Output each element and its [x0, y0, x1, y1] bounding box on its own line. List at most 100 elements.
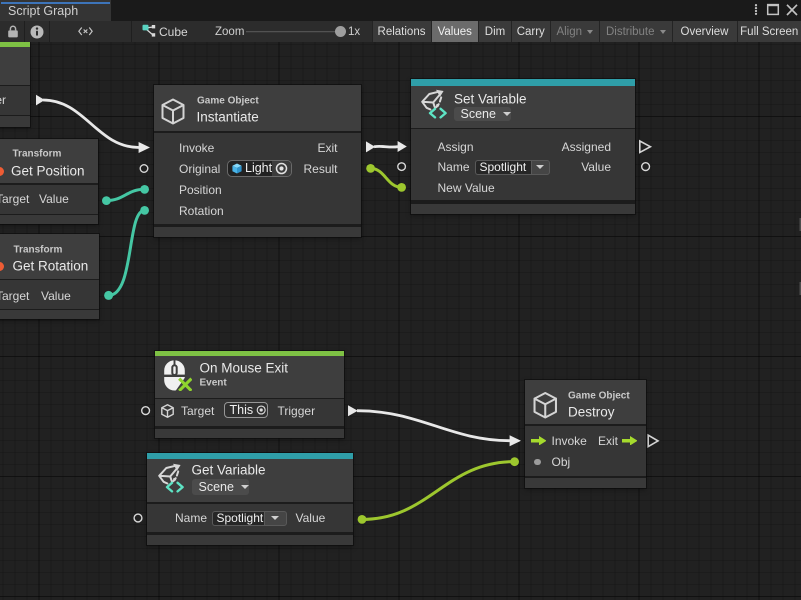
port-label-trigger: Trigger [278, 404, 316, 418]
kebab-menu-icon[interactable] [751, 0, 761, 21]
dropdown-arrow-icon [271, 516, 279, 520]
toolbar-button-align[interactable]: Align [550, 21, 600, 42]
port-getposition-value[interactable] [102, 196, 111, 205]
node-instantiate[interactable]: Game Object Instantiate Invoke Exit Orig… [154, 85, 362, 237]
distribute-dropdown-arrow [660, 30, 666, 34]
toolbar-button-fullscreen[interactable]: Full Screen [737, 21, 801, 42]
port-setvariable-name[interactable] [398, 163, 406, 171]
info-icon[interactable] [30, 25, 44, 39]
port-setvariable-assigned[interactable] [640, 141, 651, 152]
toolbar-button-overview[interactable]: Overview [672, 21, 737, 42]
node-get-rotation[interactable]: Transform Get Rotation Target Value [0, 234, 99, 319]
node-body: Invoke Exit Original Light [154, 133, 362, 225]
wire-getposition-to-position[interactable] [102, 185, 149, 205]
port-label-rotation: Rotation [179, 204, 224, 218]
node-footer [0, 215, 98, 224]
port-label-target: Target [0, 192, 29, 206]
transform-icon [0, 262, 4, 271]
port-instantiate-position[interactable] [140, 185, 149, 194]
port-label-assigned: Assigned [562, 140, 611, 154]
port-setvariable-value[interactable] [642, 163, 650, 171]
node-destroy[interactable]: Game Object Destroy Invoke Exit Obj [525, 380, 646, 488]
game-object-blue-icon [232, 163, 242, 174]
tab-title: Script Graph [8, 4, 78, 18]
port-destroy-invoke[interactable] [510, 435, 521, 446]
close-icon[interactable] [785, 0, 799, 21]
toolbar-button-dim[interactable]: Dim [478, 21, 511, 42]
code-preview-icon[interactable] [78, 26, 93, 37]
variable-name-value[interactable]: Spotlight [475, 160, 531, 175]
port-destroy-exit[interactable] [648, 435, 658, 446]
object-field-original[interactable]: Light [227, 160, 292, 178]
variable-name-dropdown-button[interactable] [264, 511, 287, 526]
graph-breadcrumb[interactable]: Cube [159, 25, 188, 39]
lock-icon[interactable] [7, 25, 19, 38]
port-label-obj: Obj [552, 455, 571, 469]
node-header: Set Variable Scene [411, 86, 636, 128]
port-label-value: Value [41, 289, 71, 303]
toolbar-button-distribute[interactable]: Distribute [599, 21, 672, 42]
zoom-value: 1x [348, 26, 360, 38]
node-event-fragment[interactable]: Trigger [0, 42, 30, 127]
port-getvariable-name[interactable] [134, 514, 142, 522]
node-set-variable[interactable]: Set Variable Scene Assign Assigned Name … [411, 79, 636, 214]
graph-toolbar: Cube Zoom 1x Relations Values Dim Carry … [0, 21, 801, 42]
node-body: Name Spotlight Value [147, 504, 353, 533]
port-label-invoke: Invoke [179, 141, 214, 155]
game-object-icon [161, 98, 185, 125]
wire-result-to-newvalue[interactable] [366, 164, 406, 192]
variable-name-dropdown-button[interactable] [531, 160, 550, 175]
port-instantiate-exit[interactable] [366, 141, 375, 152]
node-footer [411, 204, 636, 215]
port-setvariable-assign[interactable] [398, 141, 407, 152]
target-self-field[interactable]: This [224, 402, 268, 418]
port-label-name: Name [438, 160, 470, 174]
zoom-slider-track[interactable] [246, 31, 341, 33]
toolbar-button-relations[interactable]: Relations [372, 21, 431, 42]
node-footer [155, 429, 344, 438]
port-instantiate-result[interactable] [366, 164, 375, 173]
node-footer [0, 116, 30, 127]
port-instantiate-invoke[interactable] [139, 142, 150, 153]
wire-getrotation-to-rotation[interactable] [104, 206, 149, 300]
port-destroy-obj[interactable] [510, 457, 519, 466]
node-get-position[interactable]: Transform Get Position Target Value [0, 139, 98, 225]
variable-scope-dropdown[interactable]: Scene [192, 479, 249, 495]
wire-instantiate-to-setvariable[interactable] [366, 141, 407, 152]
node-on-mouse-exit[interactable]: On Mouse Exit Event Target This Trigger [155, 351, 344, 438]
port-getrotation-value[interactable] [104, 291, 113, 300]
port-label-exit: Exit [317, 141, 337, 155]
node-title: Get Position [11, 164, 85, 179]
toolbar-button-carry[interactable]: Carry [511, 21, 550, 42]
port-label-target: Target [0, 289, 29, 303]
object-picker-button[interactable] [272, 161, 291, 177]
port-mouseexit-target[interactable] [142, 407, 150, 415]
variable-name-value[interactable]: Spotlight [212, 511, 264, 526]
toolbar-button-values[interactable]: Values [431, 21, 479, 42]
variable-scope-dropdown[interactable]: Scene [454, 107, 512, 122]
port-event-trigger[interactable] [36, 95, 45, 106]
port-label-value: Value [581, 160, 611, 174]
port-getvariable-value[interactable] [358, 515, 367, 524]
node-get-variable[interactable]: Get Variable Scene Name Spotlight Value [147, 453, 353, 545]
node-title: On Mouse Exit [200, 361, 289, 376]
node-header: On Mouse Exit Event [155, 356, 344, 398]
port-instantiate-original[interactable] [140, 165, 148, 173]
wire-mouseexit-to-destroy[interactable] [348, 405, 521, 446]
port-mouseexit-trigger[interactable] [348, 405, 358, 416]
maximize-icon[interactable] [766, 0, 780, 21]
flow-arrow-icon [531, 436, 547, 446]
variable-name-field[interactable]: Spotlight [475, 160, 550, 175]
node-body: Target This Trigger [155, 399, 344, 426]
zoom-slider-handle[interactable] [335, 26, 346, 37]
port-setvariable-newvalue[interactable] [397, 183, 406, 192]
wire-getvariable-to-obj[interactable] [358, 457, 519, 523]
variable-name-field[interactable]: Spotlight [212, 511, 287, 526]
port-instantiate-rotation[interactable] [140, 206, 149, 215]
port-label-new-value: New Value [438, 181, 495, 195]
tab-script-graph[interactable]: Script Graph [0, 0, 111, 21]
object-picker-icon[interactable] [256, 404, 266, 416]
node-header: Game Object Destroy [525, 380, 646, 425]
port-label-exit: Exit [598, 434, 618, 448]
graph-canvas[interactable]: Trigger Transform Get Position Target Va… [0, 42, 801, 600]
